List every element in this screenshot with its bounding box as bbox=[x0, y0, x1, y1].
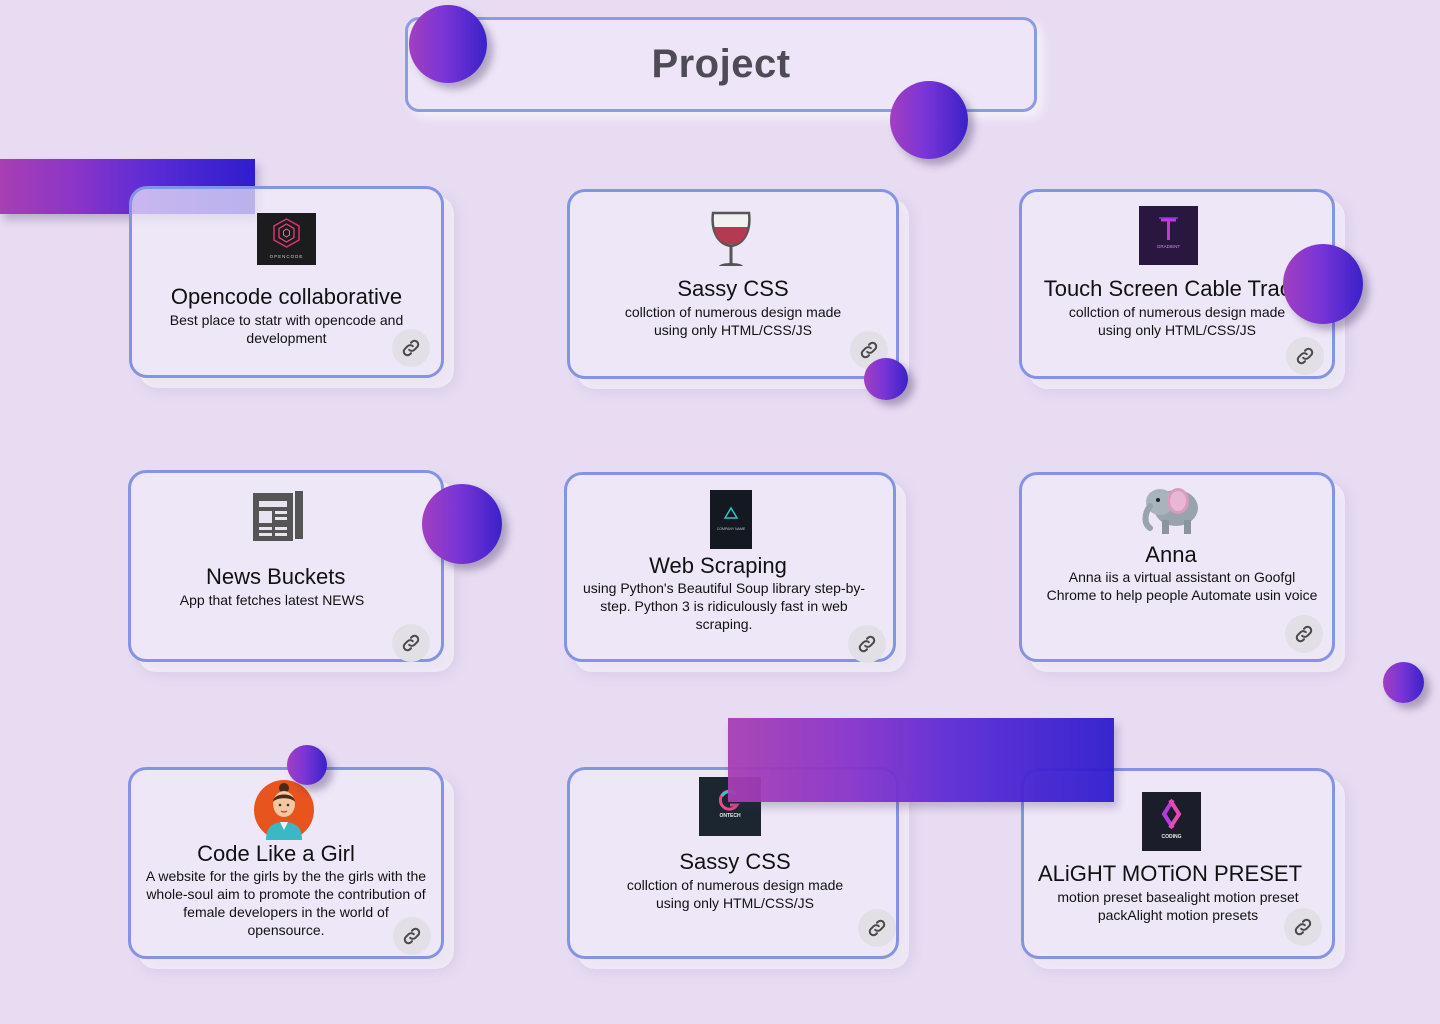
decorative-ball bbox=[422, 484, 502, 564]
project-link-button[interactable] bbox=[392, 329, 430, 367]
ontech-logo-text: ONTECH bbox=[719, 813, 741, 819]
project-description: App that fetches latest NEWS bbox=[179, 592, 365, 608]
decorative-ball bbox=[1283, 244, 1363, 324]
decorative-gradient-bar-middle bbox=[728, 718, 1114, 802]
project-link-button[interactable] bbox=[848, 625, 886, 663]
decorative-ball bbox=[890, 81, 968, 159]
project-card-anna: Anna Anna iis a virtual assistant on Goo… bbox=[1019, 472, 1335, 662]
project-name: ALiGHT MOTiON PRESET bbox=[1037, 861, 1303, 886]
gradient-logo-text: GRADIENT bbox=[1157, 244, 1181, 249]
newspaper-icon bbox=[251, 489, 307, 543]
project-card-sassy-css: Sassy CSS collction of numerous design m… bbox=[567, 189, 899, 379]
coding-logo-text: CODING bbox=[1162, 834, 1182, 840]
project-description: motion preset basealight motion preset p… bbox=[1057, 889, 1299, 923]
project-name: Sassy CSS bbox=[677, 276, 789, 301]
gradient-logo: GRADIENT bbox=[1139, 206, 1198, 265]
decorative-ball bbox=[287, 745, 327, 785]
decorative-ball bbox=[1383, 662, 1424, 703]
project-name: Code Like a Girl bbox=[197, 841, 355, 866]
opencode-logo: OPENCODE bbox=[257, 213, 316, 265]
link-icon bbox=[1294, 918, 1312, 936]
coding-logo: CODING bbox=[1142, 792, 1201, 851]
decorative-ball bbox=[409, 5, 487, 83]
link-icon bbox=[403, 927, 421, 945]
project-link-button[interactable] bbox=[858, 909, 896, 947]
opencode-logo-text: OPENCODE bbox=[270, 254, 304, 259]
project-link-button[interactable] bbox=[1284, 908, 1322, 946]
girl-avatar bbox=[254, 780, 314, 840]
company-logo: COMPANY NAME bbox=[710, 490, 752, 549]
link-icon bbox=[402, 634, 420, 652]
company-logo-text: COMPANY NAME bbox=[717, 527, 746, 531]
link-icon bbox=[402, 339, 420, 357]
wine-glass-icon bbox=[707, 210, 755, 268]
elephant-icon bbox=[1140, 480, 1206, 536]
project-link-button[interactable] bbox=[393, 917, 431, 955]
project-description: collction of numerous design made using … bbox=[624, 304, 842, 338]
page-title: Project bbox=[651, 42, 791, 86]
project-description: Anna iis a virtual assistant on Goofgl C… bbox=[1046, 569, 1318, 603]
project-link-button[interactable] bbox=[1285, 615, 1323, 653]
project-name: Opencode collaborative bbox=[170, 284, 403, 309]
project-description: collction of numerous design made using … bbox=[1068, 304, 1286, 338]
project-description: Best place to statr with opencode and de… bbox=[169, 312, 404, 346]
project-link-button[interactable] bbox=[392, 624, 430, 662]
link-icon bbox=[858, 635, 876, 653]
project-name: Sassy CSS bbox=[679, 849, 791, 874]
project-card-code-like-a-girl: Code Like a Girl A website for the girls… bbox=[128, 767, 444, 959]
link-icon bbox=[1296, 347, 1314, 365]
project-description: using Python's Beautiful Soup library st… bbox=[582, 580, 866, 632]
link-icon bbox=[1295, 625, 1313, 643]
decorative-ball bbox=[864, 358, 908, 400]
project-name: News Buckets bbox=[206, 564, 346, 589]
link-icon bbox=[868, 919, 886, 937]
project-card-web-scraping: COMPANY NAME Web Scraping using Python's… bbox=[564, 472, 896, 663]
project-description: collction of numerous design made using … bbox=[626, 877, 844, 911]
project-card-opencode: OPENCODE Opencode collaborative Best pla… bbox=[129, 186, 444, 378]
project-link-button[interactable] bbox=[1286, 337, 1324, 375]
project-description: A website for the girls by the the girls… bbox=[145, 868, 427, 938]
project-name: Anna bbox=[1145, 542, 1197, 567]
link-icon bbox=[860, 341, 878, 359]
project-card-news-buckets: News Buckets App that fetches latest NEW… bbox=[128, 470, 444, 662]
project-name: Web Scraping bbox=[649, 553, 787, 578]
